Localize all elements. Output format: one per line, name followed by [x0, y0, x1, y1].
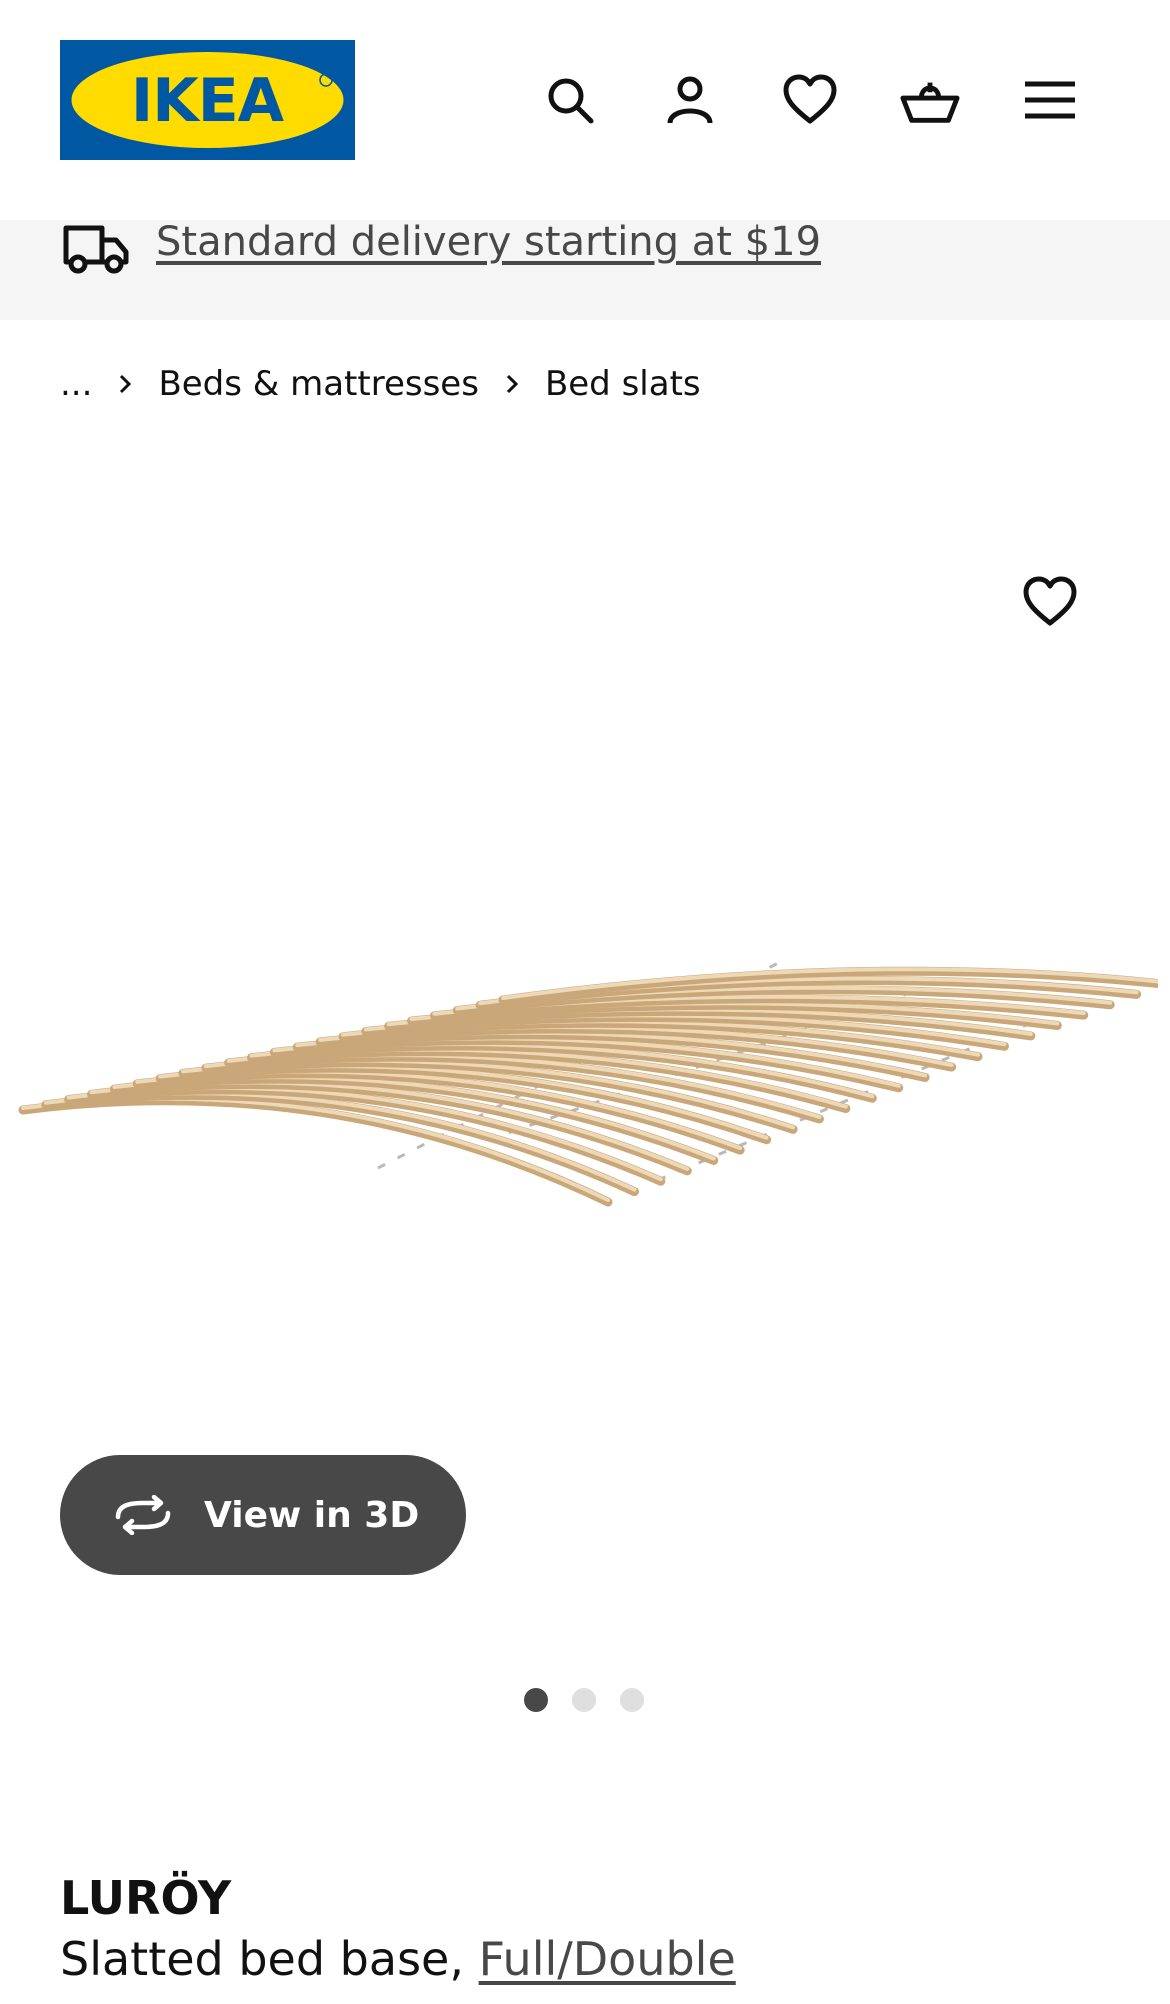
breadcrumb-item-beds-mattresses[interactable]: Beds & mattresses — [158, 364, 479, 404]
heart-icon[interactable] — [780, 70, 840, 130]
carousel-dot-2[interactable] — [572, 1688, 596, 1712]
add-to-favourites-button[interactable] — [1020, 572, 1080, 632]
logo-text: IKEA — [131, 66, 285, 136]
product-size-link[interactable]: Full/Double — [479, 1932, 736, 1986]
site-header: IKEA — [0, 0, 1170, 220]
product-type: Slatted bed base, — [60, 1932, 464, 1986]
breadcrumb: ... Beds & mattresses Bed slats — [60, 360, 701, 408]
view-in-3d-label: View in 3D — [204, 1494, 420, 1536]
ikea-logo[interactable]: IKEA — [60, 40, 355, 160]
rotate-3d-icon — [112, 1495, 174, 1535]
view-in-3d-button[interactable]: View in 3D — [60, 1455, 466, 1575]
carousel-dot-3[interactable] — [620, 1688, 644, 1712]
search-icon[interactable] — [540, 70, 600, 130]
account-icon[interactable] — [660, 70, 720, 130]
breadcrumb-item-bed-slats[interactable]: Bed slats — [545, 364, 701, 404]
delivery-link[interactable]: Standard delivery starting at $19 — [156, 216, 821, 268]
breadcrumb-ellipsis[interactable]: ... — [60, 364, 92, 404]
chevron-right-icon — [118, 373, 132, 395]
product-image[interactable] — [18, 930, 1168, 1224]
product-name: LURÖY — [60, 1871, 232, 1925]
menu-icon[interactable] — [1020, 70, 1080, 130]
carousel-dot-1[interactable] — [524, 1688, 548, 1712]
carousel-indicator — [524, 1688, 644, 1712]
chevron-right-icon — [505, 373, 519, 395]
basket-icon[interactable] — [900, 70, 960, 130]
product-description: Slatted bed base, Full/Double — [60, 1930, 736, 1988]
truck-icon — [62, 222, 130, 278]
heart-icon — [1023, 576, 1077, 626]
